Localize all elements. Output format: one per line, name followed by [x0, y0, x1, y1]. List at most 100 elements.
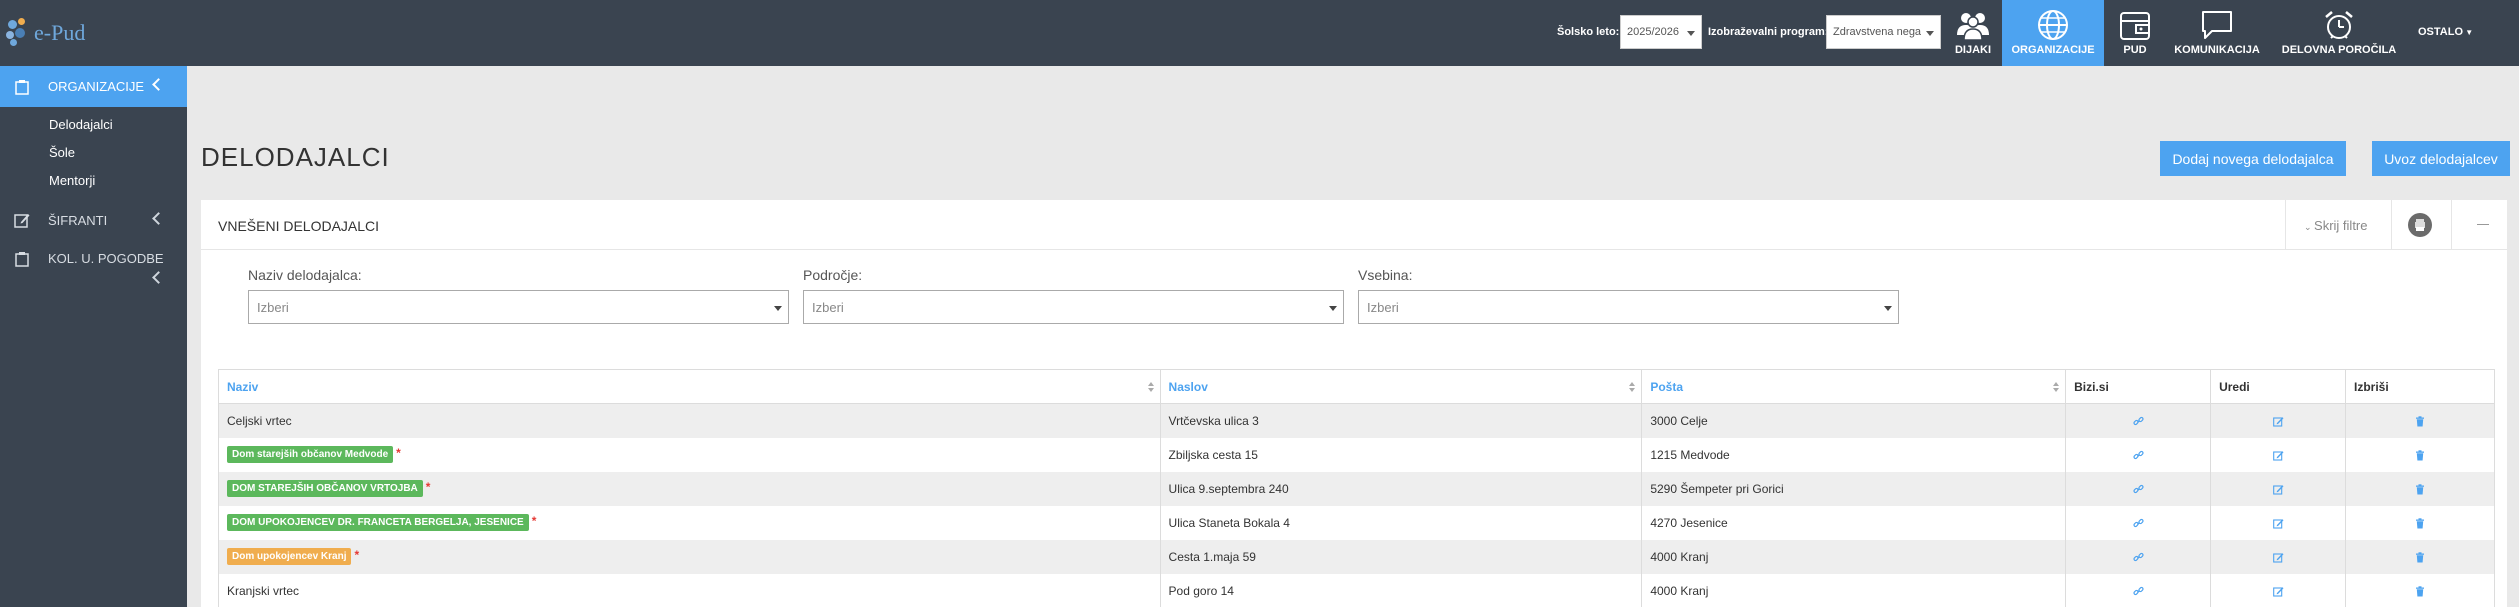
cell-naslov: Ulica 9.septembra 240 [1159, 471, 1643, 506]
cell-naziv: Dom upokojencev Kranj * [218, 539, 1161, 574]
trash-icon[interactable] [2415, 482, 2425, 496]
cell-uredi [2210, 403, 2346, 438]
filter-podrocje-label: Področje: [803, 267, 863, 283]
filter-vsebina-label: Vsebina: [1358, 267, 1413, 283]
employer-tag[interactable]: Dom starejših občanov Medvode [227, 446, 394, 463]
link-icon[interactable] [2132, 516, 2144, 530]
table-row[interactable]: Dom starejših občanov Medvode * Zbiljska c… [218, 437, 2495, 472]
sidebar-item-kol-pogodbe[interactable]: KOL. U. POGODBE [0, 241, 187, 293]
link-icon[interactable] [2132, 448, 2144, 462]
school-year-select[interactable]: 2025/2026 [1620, 15, 1702, 49]
table-row[interactable]: Kranjski vrtec Pod goro 14 4000 Kranj [218, 573, 2495, 607]
edit-icon[interactable] [2272, 584, 2284, 598]
edit-icon[interactable] [2272, 414, 2284, 428]
table-header-row: Naziv Naslov Pošta Bizi.si Uredi Izbriši [218, 369, 2495, 404]
column-header-izbrisi: Izbriši [2345, 369, 2495, 404]
edit-icon[interactable] [2272, 482, 2284, 496]
cell-bizi [2065, 471, 2212, 506]
import-employers-button[interactable]: Uvoz delodajalcev [2372, 141, 2510, 176]
employer-tag[interactable]: DOM STAREJŠIH OBČANOV VRTOJBA [227, 480, 423, 497]
employers-panel: VNEŠENI DELODAJALCI ⌄ Skrij filtre Naziv… [201, 200, 2507, 607]
cell-bizi [2065, 539, 2212, 574]
filter-vsebina-select[interactable]: Izberi [1358, 290, 1899, 324]
program-value: Zdravstvena nega [1833, 26, 1922, 38]
sidebar-item-sole[interactable]: Šole [0, 139, 187, 167]
column-header-naslov[interactable]: Naslov [1159, 369, 1643, 404]
cell-naziv: Kranjski vrtec [218, 573, 1161, 607]
nav-organizacije[interactable]: ORGANIZACIJE [2002, 0, 2104, 66]
table-row[interactable]: DOM STAREJŠIH OBČANOV VRTOJBA * Ulica 9.se… [218, 471, 2495, 506]
cell-naziv: DOM UPOKOJENCEV DR. FRANCETA BERGELJA, J… [218, 505, 1161, 540]
cell-izbrisi [2345, 539, 2495, 574]
school-year-label: Šolsko leto: [1557, 26, 1620, 38]
cell-posta: 5290 Šempeter pri Gorici [1641, 471, 2067, 506]
sidebar-item-delodajalci[interactable]: Delodajalci [0, 111, 187, 139]
column-header-naziv[interactable]: Naziv [218, 369, 1161, 404]
employer-tag[interactable]: DOM UPOKOJENCEV DR. FRANCETA BERGELJA, J… [227, 514, 529, 531]
chevron-left-icon [152, 212, 165, 225]
cell-izbrisi [2345, 573, 2495, 607]
link-icon[interactable] [2132, 584, 2144, 598]
edit-icon[interactable] [2272, 550, 2284, 564]
employer-tag[interactable]: Dom upokojencev Kranj [227, 548, 352, 565]
filter-naziv-select[interactable]: Izberi [248, 290, 789, 324]
divider [2391, 200, 2392, 250]
collapse-icon[interactable] [2477, 224, 2489, 225]
link-icon[interactable] [2132, 482, 2144, 496]
chat-icon [2202, 11, 2232, 39]
nav-delovna-porocila-label: DELOVNA POROČILA [2281, 44, 2397, 56]
caret-down-icon: ▼ [2463, 28, 2474, 37]
filter-podrocje-select[interactable]: Izberi [803, 290, 1344, 324]
nav-organizacije-label: ORGANIZACIJE [2011, 44, 2095, 56]
nav-delovna-porocila[interactable]: DELOVNA POROČILA [2270, 0, 2408, 66]
column-header-posta[interactable]: Pošta [1641, 369, 2067, 404]
sidebar-item-mentorji[interactable]: Mentorji [0, 167, 187, 195]
required-marker: * [531, 514, 537, 528]
cell-uredi [2210, 539, 2346, 574]
hide-filters-toggle[interactable]: ⌄ Skrij filtre [2304, 218, 2368, 233]
sidebar: ORGANIZACIJE Delodajalci Šole Mentorji Š… [0, 66, 187, 607]
chevron-down-icon [1687, 31, 1695, 36]
nav-pud[interactable]: PUD [2110, 0, 2160, 66]
add-employer-button[interactable]: Dodaj novega delodajalca [2160, 141, 2346, 176]
trash-icon[interactable] [2415, 584, 2425, 598]
cell-izbrisi [2345, 437, 2495, 472]
trash-icon[interactable] [2415, 414, 2425, 428]
nav-komunikacija[interactable]: KOMUNIKACIJA [2168, 0, 2266, 66]
trash-icon[interactable] [2415, 550, 2425, 564]
nav-ostalo[interactable]: OSTALO ▼ [2418, 26, 2473, 38]
edit-icon[interactable] [2272, 448, 2284, 462]
program-select[interactable]: Zdravstvena nega [1826, 15, 1941, 49]
sort-icon [2053, 382, 2060, 392]
filter-vsebina-value: Izberi [1367, 300, 1399, 315]
table-row[interactable]: DOM UPOKOJENCEV DR. FRANCETA BERGELJA, J… [218, 505, 2495, 540]
logo-icon [6, 18, 32, 48]
sidebar-item-organizacije[interactable]: ORGANIZACIJE [0, 66, 187, 107]
cell-naslov: Vrtčevska ulica 3 [1159, 403, 1643, 438]
edit-icon[interactable] [2272, 516, 2284, 530]
panel-title: VNEŠENI DELODAJALCI [218, 218, 380, 234]
sidebar-item-label: ORGANIZACIJE [48, 79, 145, 94]
table-row[interactable]: Dom upokojencev Kranj * Cesta 1.maja 59 400… [218, 539, 2495, 574]
trash-icon[interactable] [2415, 516, 2425, 530]
print-icon[interactable] [2408, 213, 2432, 237]
wallet-icon [2120, 12, 2150, 40]
link-icon[interactable] [2132, 414, 2144, 428]
trash-icon[interactable] [2415, 448, 2425, 462]
column-header-label: Pošta [1650, 379, 1684, 394]
cell-uredi [2210, 437, 2346, 472]
cell-naslov: Ulica Staneta Bokala 4 [1159, 505, 1643, 540]
top-bar: e-Pud Šolsko leto: 2025/2026 Izobraževal… [0, 0, 2519, 66]
nav-ostalo-label: OSTALO [2418, 26, 2464, 38]
column-header-uredi: Uredi [2210, 369, 2346, 404]
sort-icon [1629, 382, 1636, 392]
cell-uredi [2210, 505, 2346, 540]
link-icon[interactable] [2132, 550, 2144, 564]
nav-dijaki[interactable]: DIJAKI [1948, 0, 1998, 66]
required-marker: * [396, 446, 401, 460]
logo[interactable]: e-Pud [6, 14, 85, 52]
chevron-left-icon [152, 271, 165, 284]
table-row[interactable]: Celjski vrtec Vrtčevska ulica 3 3000 Celje [218, 403, 2495, 438]
chevron-down-icon: ⌄ [2304, 222, 2315, 232]
sidebar-item-sifranti[interactable]: ŠIFRANTI [0, 199, 187, 241]
